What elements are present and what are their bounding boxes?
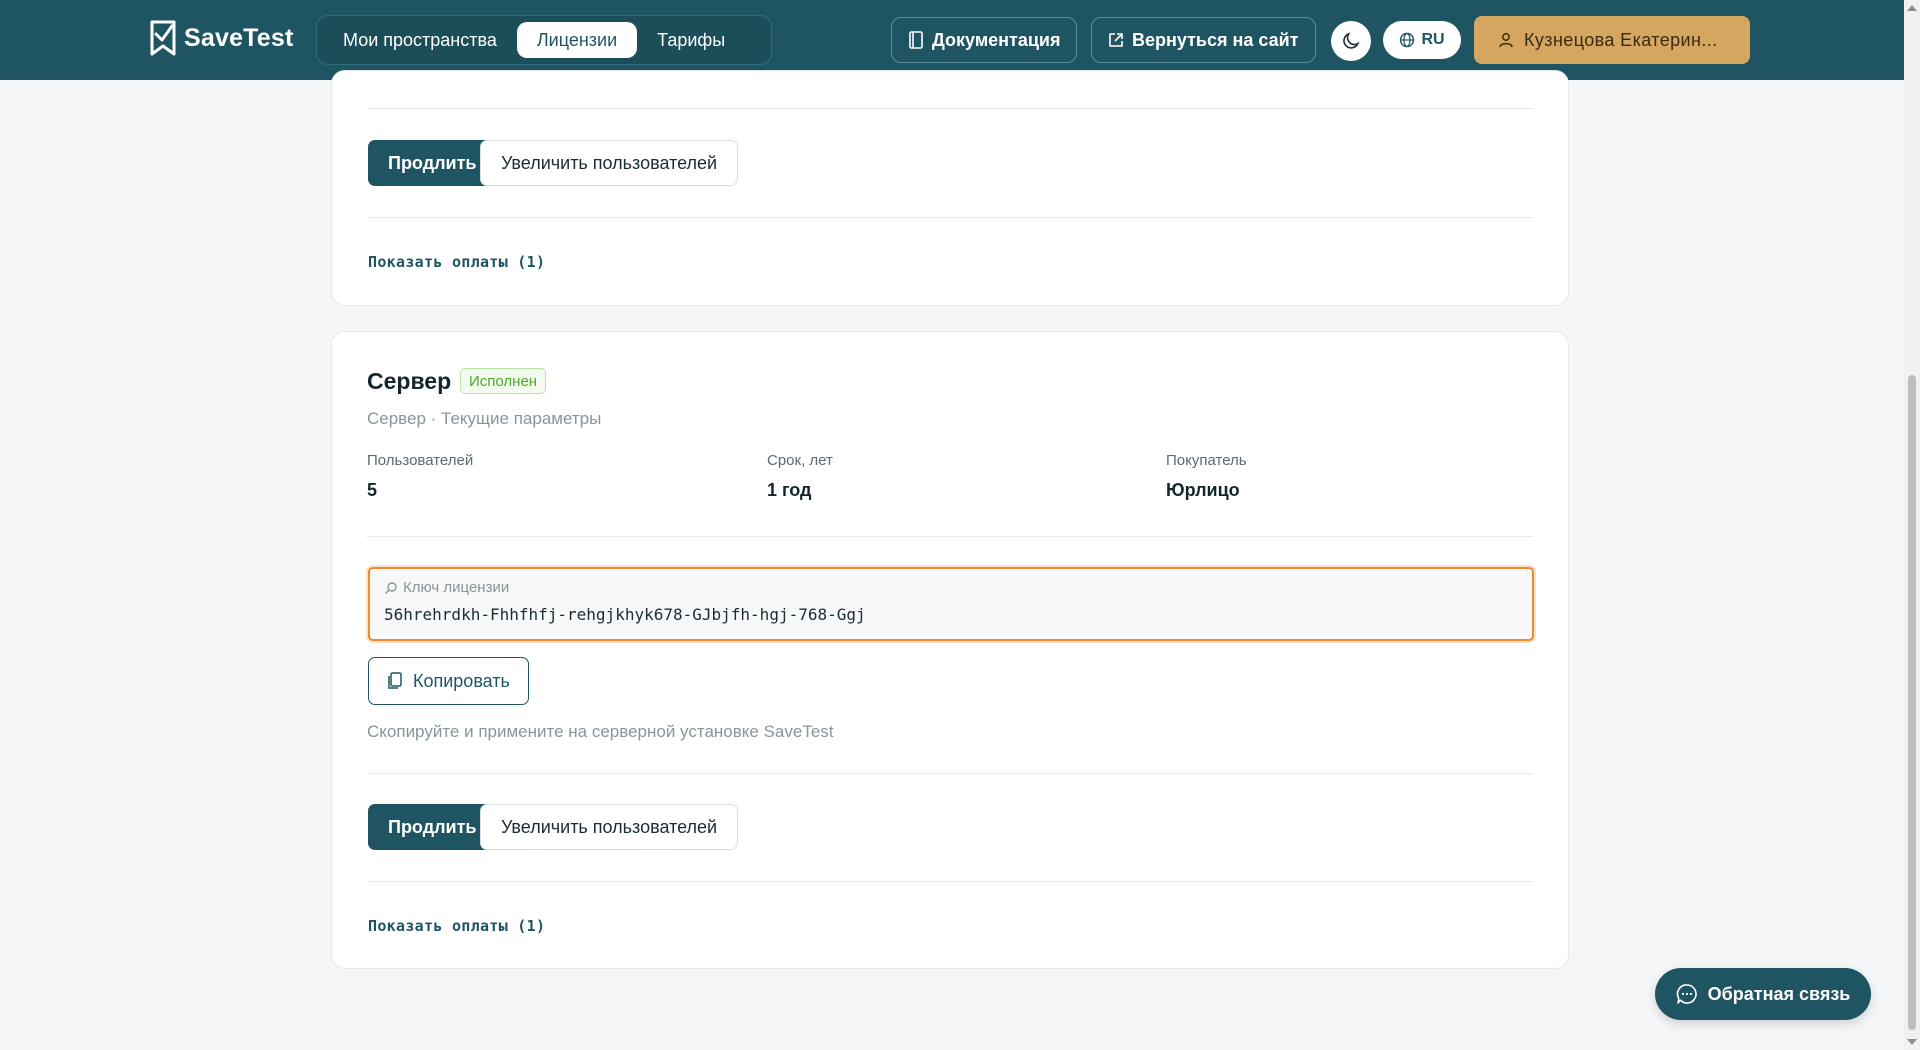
external-link-icon — [1109, 33, 1123, 47]
page-scrollbar[interactable] — [1904, 0, 1920, 1050]
license-key-label-row: Ключ лицензии — [384, 579, 509, 596]
book-icon — [909, 31, 923, 49]
user-icon — [1499, 33, 1513, 48]
language-label: RU — [1421, 31, 1445, 48]
license-card-server: Сервер Исполнен Сервер · Текущие парамет… — [331, 331, 1569, 969]
documentation-button[interactable]: Документация — [891, 17, 1078, 63]
documentation-label: Документация — [932, 29, 1061, 50]
feedback-button[interactable]: Обратная связь — [1655, 968, 1871, 1020]
scroll-thumb[interactable] — [1908, 375, 1916, 1030]
license-key-label: Ключ лицензии — [403, 579, 510, 596]
card-divider — [367, 536, 1533, 537]
tab-tariffs[interactable]: Тарифы — [637, 22, 745, 58]
card-divider — [367, 217, 1533, 218]
license-title: Сервер — [367, 368, 452, 394]
buyer-value: Юрлицо — [1166, 480, 1240, 500]
license-key-field[interactable]: Ключ лицензии — [368, 567, 1534, 641]
term-value: 1 год — [767, 480, 812, 500]
back-to-site-button[interactable]: Вернуться на сайт — [1091, 17, 1316, 63]
copy-key-button[interactable]: Копировать — [368, 657, 529, 705]
brand-name: SaveTest — [184, 23, 294, 52]
logo-check-icon — [150, 20, 176, 56]
globe-icon — [1400, 32, 1415, 48]
main-nav-tabs: Мои пространства Лицензии Тарифы — [316, 15, 772, 65]
status-badge: Исполнен — [460, 368, 547, 394]
scroll-down-arrow[interactable] — [1907, 1039, 1917, 1045]
card-divider — [367, 773, 1533, 774]
card-divider — [367, 881, 1533, 882]
tab-licenses[interactable]: Лицензии — [516, 22, 638, 58]
buyer-label: Покупатель — [1166, 452, 1247, 469]
license-subtitle: Сервер · Текущие параметры — [367, 409, 602, 428]
card-divider — [367, 108, 1533, 109]
license-card-previous: Продлить Увеличить пользователей Показат… — [331, 70, 1569, 306]
renew-button[interactable]: Продлить — [368, 140, 497, 186]
license-key-input[interactable] — [384, 605, 1484, 624]
language-selector[interactable]: RU — [1383, 21, 1461, 59]
user-name: Кузнецова Екатерин... — [1524, 29, 1718, 50]
users-value: 5 — [367, 480, 378, 500]
brand-logo[interactable]: SaveTest — [150, 20, 294, 56]
users-label: Пользователей — [367, 452, 474, 469]
search-icon — [385, 581, 397, 594]
top-navigation-bar: SaveTest Мои пространства Лицензии Тариф… — [0, 0, 1904, 80]
tab-my-spaces[interactable]: Мои пространства — [323, 22, 517, 58]
user-profile-button[interactable]: Кузнецова Екатерин... — [1474, 16, 1750, 64]
copy-key-label: Копировать — [413, 670, 510, 691]
scroll-up-arrow[interactable] — [1907, 5, 1917, 11]
moon-icon — [1343, 32, 1360, 49]
increase-users-button[interactable]: Увеличить пользователей — [480, 804, 739, 850]
theme-toggle-button[interactable] — [1331, 21, 1371, 61]
show-payments-link[interactable]: Показать оплаты (1) — [368, 917, 545, 935]
copy-icon — [388, 672, 402, 689]
renew-button[interactable]: Продлить — [368, 804, 497, 850]
back-to-site-label: Вернуться на сайт — [1132, 29, 1299, 50]
show-payments-link[interactable]: Показать оплаты (1) — [368, 253, 545, 271]
feedback-label: Обратная связь — [1707, 983, 1851, 1004]
increase-users-button[interactable]: Увеличить пользователей — [480, 140, 739, 186]
term-label: Срок, лет — [767, 452, 833, 469]
chat-icon — [1676, 984, 1697, 1004]
copy-hint: Скопируйте и примените на серверной уста… — [367, 722, 834, 741]
